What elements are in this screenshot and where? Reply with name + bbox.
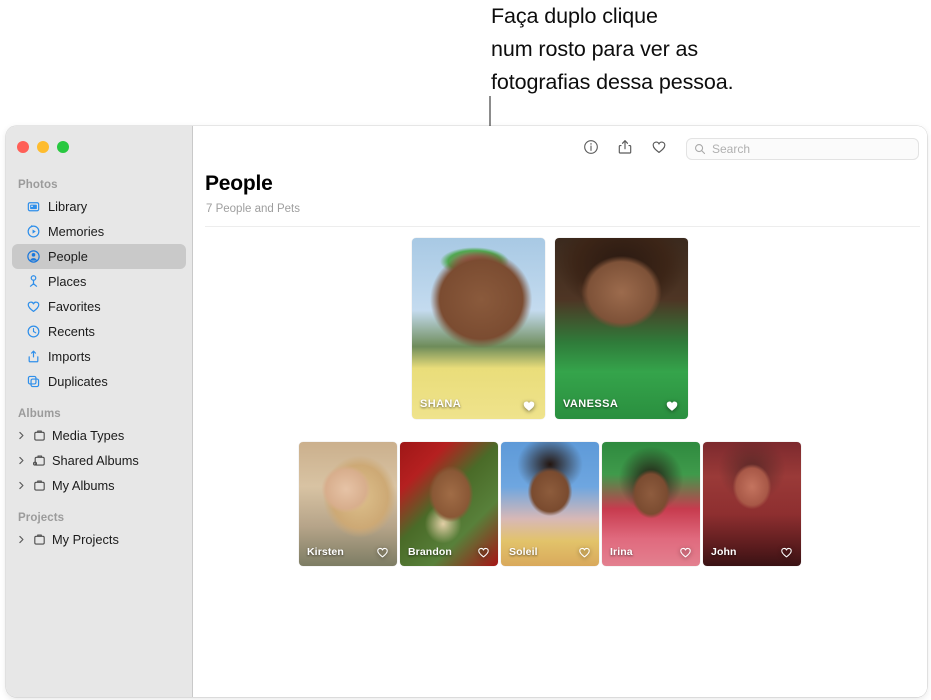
sidebar-item-label: Media Types xyxy=(52,428,125,443)
memories-icon xyxy=(26,224,41,239)
sidebar-header-photos: Photos xyxy=(18,179,58,191)
sidebar-item-my-projects[interactable]: My Projects xyxy=(12,527,186,552)
people-content: People 7 People and Pets SHANA VANESSA K… xyxy=(193,172,927,566)
person-photo xyxy=(555,238,688,419)
heart-icon xyxy=(651,139,667,160)
sidebar-item-imports[interactable]: Imports xyxy=(12,344,186,369)
import-icon xyxy=(26,349,41,364)
sidebar-item-media-types[interactable]: Media Types xyxy=(12,423,186,448)
favorite-badge-outline[interactable] xyxy=(578,546,591,559)
person-tile[interactable]: VANESSA xyxy=(555,238,688,419)
sidebar-scroll-area: Photos Library Memories People Places Fa… xyxy=(6,126,192,552)
header-divider xyxy=(205,226,920,227)
person-name: Kirsten xyxy=(307,546,344,558)
person-name: SHANA xyxy=(420,398,462,410)
share-icon xyxy=(617,139,633,160)
callout-annotation: Faça duplo clique num rosto para ver as … xyxy=(491,0,911,99)
sidebar-item-favorites[interactable]: Favorites xyxy=(12,294,186,319)
sidebar: Photos Library Memories People Places Fa… xyxy=(6,126,193,697)
person-tile[interactable]: Kirsten xyxy=(299,442,397,566)
info-icon xyxy=(583,139,599,160)
search-placeholder: Search xyxy=(712,142,751,156)
toolbar: Search xyxy=(193,126,927,172)
chevron-right-icon[interactable] xyxy=(16,534,27,545)
sidebar-header-albums: Albums xyxy=(18,408,61,420)
favorite-badge-outline[interactable] xyxy=(376,546,389,559)
album-icon xyxy=(32,428,47,443)
sidebar-item-label: Imports xyxy=(48,349,91,364)
search-icon xyxy=(694,143,706,155)
sidebar-item-label: Recents xyxy=(48,324,95,339)
sidebar-group-albums: Albums Media Types Shared Albums My Albu… xyxy=(6,408,192,498)
callout-line-2: num rosto para ver as xyxy=(491,37,699,61)
share-button[interactable] xyxy=(608,136,642,162)
person-tile[interactable]: John xyxy=(703,442,801,566)
sidebar-item-label: Duplicates xyxy=(48,374,108,389)
sidebar-item-places[interactable]: Places xyxy=(12,269,186,294)
close-button[interactable] xyxy=(17,141,29,153)
favorite-badge-filled[interactable] xyxy=(522,399,536,413)
sidebar-item-label: Favorites xyxy=(48,299,101,314)
people-count-subtitle: 7 People and Pets xyxy=(206,203,300,215)
zoom-button[interactable] xyxy=(57,141,69,153)
person-tile[interactable]: SHANA xyxy=(412,238,545,419)
favorite-button[interactable] xyxy=(642,136,676,162)
people-icon xyxy=(26,249,41,264)
main-content: Search People 7 People and Pets SHANA VA… xyxy=(193,126,927,697)
people-grid-small: Kirsten Brandon Soleil Irina John xyxy=(205,442,915,566)
library-icon xyxy=(26,199,41,214)
sidebar-item-memories[interactable]: Memories xyxy=(12,219,186,244)
sidebar-item-label: Memories xyxy=(48,224,105,239)
sidebar-item-duplicates[interactable]: Duplicates xyxy=(12,369,186,394)
people-grid-large: SHANA VANESSA xyxy=(205,238,915,419)
person-name: VANESSA xyxy=(563,398,619,410)
callout-line-3: fotografias dessa pessoa. xyxy=(491,70,734,94)
callout-line-1: Faça duplo clique xyxy=(491,4,658,28)
sidebar-item-label: Library xyxy=(48,199,88,214)
sidebar-item-label: People xyxy=(48,249,88,264)
sidebar-item-label: Shared Albums xyxy=(52,453,139,468)
sidebar-header-projects: Projects xyxy=(18,512,65,524)
chevron-right-icon[interactable] xyxy=(16,455,27,466)
person-name: Irina xyxy=(610,546,633,558)
album-icon xyxy=(32,478,47,493)
page-title: People xyxy=(205,172,273,195)
shared-album-icon xyxy=(32,453,47,468)
sidebar-item-label: Places xyxy=(48,274,87,289)
heart-icon xyxy=(26,299,41,314)
photos-app-window: Photos Library Memories People Places Fa… xyxy=(6,126,927,697)
person-name: Soleil xyxy=(509,546,538,558)
clock-icon xyxy=(26,324,41,339)
person-tile[interactable]: Brandon xyxy=(400,442,498,566)
person-tile[interactable]: Soleil xyxy=(501,442,599,566)
sidebar-item-label: My Albums xyxy=(52,478,115,493)
sidebar-group-photos: Photos Library Memories People Places Fa… xyxy=(6,179,192,394)
duplicates-icon xyxy=(26,374,41,389)
favorite-badge-outline[interactable] xyxy=(780,546,793,559)
person-name: John xyxy=(711,546,737,558)
minimize-button[interactable] xyxy=(37,141,49,153)
sidebar-item-library[interactable]: Library xyxy=(12,194,186,219)
sidebar-group-projects: Projects My Projects xyxy=(6,512,192,552)
person-tile[interactable]: Irina xyxy=(602,442,700,566)
sidebar-item-people[interactable]: People xyxy=(12,244,186,269)
window-controls xyxy=(17,141,69,153)
chevron-right-icon[interactable] xyxy=(16,430,27,441)
favorite-badge-outline[interactable] xyxy=(679,546,692,559)
sidebar-item-my-albums[interactable]: My Albums xyxy=(12,473,186,498)
favorite-badge-filled[interactable] xyxy=(665,399,679,413)
sidebar-item-recents[interactable]: Recents xyxy=(12,319,186,344)
chevron-right-icon[interactable] xyxy=(16,480,27,491)
favorite-badge-outline[interactable] xyxy=(477,546,490,559)
search-input[interactable]: Search xyxy=(686,138,919,160)
info-button[interactable] xyxy=(574,136,608,162)
places-icon xyxy=(26,274,41,289)
album-icon xyxy=(32,532,47,547)
person-name: Brandon xyxy=(408,546,452,558)
person-photo xyxy=(412,238,545,419)
sidebar-item-shared-albums[interactable]: Shared Albums xyxy=(12,448,186,473)
sidebar-item-label: My Projects xyxy=(52,532,119,547)
